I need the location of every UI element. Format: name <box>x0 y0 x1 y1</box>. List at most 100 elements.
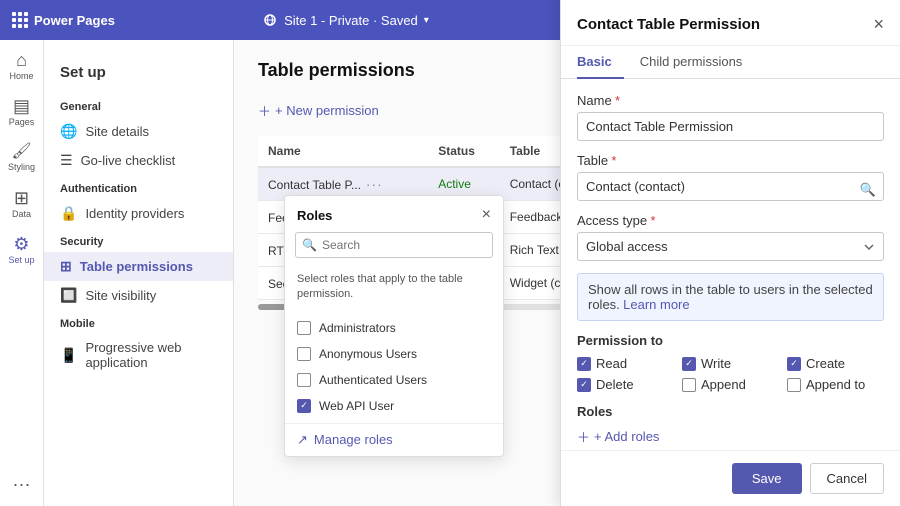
sidebar-icon-pages[interactable]: ▤ Pages <box>4 90 40 134</box>
perm-append-to-checkbox[interactable] <box>787 378 801 392</box>
plus-icon: ＋ <box>577 427 590 446</box>
name-field-label: Name * <box>577 93 884 108</box>
data-label: Data <box>12 209 31 219</box>
perm-delete-label: Delete <box>596 377 634 392</box>
pwa-label: Progressive web application <box>85 340 217 370</box>
topbar-site-info: Site 1 - Private · Saved ▾ <box>123 12 568 28</box>
search-icon: 🔍 <box>302 238 317 252</box>
setup-icon: ⚙ <box>13 235 29 253</box>
cancel-button[interactable]: Cancel <box>810 463 884 494</box>
roles-search-container: 🔍 <box>295 232 493 258</box>
table-required-marker: * <box>611 153 616 168</box>
icon-sidebar: ⌂ Home ▤ Pages 🖌 Styling ⊞ Data ⚙ Set up… <box>0 40 44 506</box>
nav-go-live[interactable]: ☰ Go-live checklist <box>44 146 233 175</box>
new-permission-label: + New permission <box>275 103 379 118</box>
perm-delete-checkbox[interactable] <box>577 378 591 392</box>
grid-icon <box>12 12 28 28</box>
lock-icon: 🔒 <box>60 205 77 222</box>
roles-popup-header: Roles × <box>285 196 503 232</box>
section-mobile: Mobile <box>44 310 233 334</box>
roles-search-input[interactable] <box>295 232 493 258</box>
roles-list: Administrators Anonymous Users Authentic… <box>285 311 503 423</box>
home-icon: ⌂ <box>16 51 27 69</box>
nav-identity[interactable]: 🔒 Identity providers <box>44 199 233 228</box>
nav-table-permissions[interactable]: ⊞ Table permissions <box>44 252 233 281</box>
role-item-web-api[interactable]: Web API User <box>285 393 503 419</box>
roles-popup-close-button[interactable]: × <box>482 206 491 224</box>
add-roles-button[interactable]: ＋ + Add roles <box>577 427 659 446</box>
role-checkbox-administrators[interactable] <box>297 321 311 335</box>
row-menu-dots[interactable]: ··· <box>361 176 383 192</box>
site-icon <box>262 12 278 28</box>
role-item-authenticated[interactable]: Authenticated Users <box>285 367 503 393</box>
nav-site-details[interactable]: 🌐 Site details <box>44 117 233 146</box>
roles-popup: Roles × 🔍 Select roles that apply to the… <box>284 195 504 457</box>
perm-create-checkbox[interactable] <box>787 357 801 371</box>
checklist-icon: ☰ <box>60 152 73 169</box>
roles-section-label: Roles <box>577 404 884 419</box>
sidebar-icon-home[interactable]: ⌂ Home <box>4 44 40 88</box>
access-type-field-label: Access type * <box>577 213 884 228</box>
col-name: Name <box>258 136 428 167</box>
save-button[interactable]: Save <box>732 463 802 494</box>
role-checkbox-anonymous[interactable] <box>297 347 311 361</box>
role-item-anonymous[interactable]: Anonymous Users <box>285 341 503 367</box>
more-icon[interactable]: ··· <box>4 470 40 498</box>
app-logo: Power Pages <box>12 12 115 28</box>
roles-popup-title: Roles <box>297 208 332 223</box>
role-checkbox-web-api[interactable] <box>297 399 311 413</box>
perm-append-checkbox[interactable] <box>682 378 696 392</box>
sidebar-icon-setup[interactable]: ⚙ Set up <box>4 228 40 272</box>
sidebar-icon-styling[interactable]: 🖌 Styling <box>4 136 40 180</box>
perm-write-label: Write <box>701 356 731 371</box>
site-details-label: Site details <box>85 124 149 139</box>
table-field-label: Table * <box>577 153 884 168</box>
perm-write: Write <box>682 356 779 371</box>
site-visibility-label: Site visibility <box>85 288 156 303</box>
permission-to-label: Permission to <box>577 333 884 348</box>
access-type-select[interactable]: Global access Local access Deep access S… <box>577 232 884 261</box>
nav-site-visibility[interactable]: 🔲 Site visibility <box>44 281 233 310</box>
roles-description: Select roles that apply to the table per… <box>285 266 503 311</box>
right-panel-tabs: Basic Child permissions <box>561 46 900 79</box>
name-required-marker: * <box>615 93 620 108</box>
perm-write-checkbox[interactable] <box>682 357 696 371</box>
role-checkbox-authenticated[interactable] <box>297 373 311 387</box>
tab-child-permissions[interactable]: Child permissions <box>640 46 755 79</box>
site-info-text: Site 1 - Private · Saved <box>284 13 418 28</box>
manage-roles-button[interactable]: ↗ Manage roles <box>285 423 503 456</box>
nav-pwa[interactable]: 📱 Progressive web application <box>44 334 233 376</box>
permissions-grid: Read Write Create Delete Append <box>577 356 884 392</box>
right-panel-footer: Save Cancel <box>561 450 900 506</box>
new-permission-button[interactable]: ＋ + New permission <box>258 97 379 124</box>
name-input[interactable] <box>577 112 884 141</box>
info-bar: Show all rows in the table to users in t… <box>577 273 884 321</box>
role-label-administrators: Administrators <box>319 321 396 335</box>
table-perm-label: Table permissions <box>80 259 193 274</box>
home-label: Home <box>9 71 33 81</box>
role-label-web-api: Web API User <box>319 399 394 413</box>
go-live-label: Go-live checklist <box>81 153 176 168</box>
perm-append-to: Append to <box>787 377 884 392</box>
manage-roles-icon: ↗ <box>297 432 308 448</box>
app-name: Power Pages <box>34 13 115 28</box>
table-input[interactable] <box>577 172 884 201</box>
perm-read-checkbox[interactable] <box>577 357 591 371</box>
learn-more-link[interactable]: Learn more <box>623 297 689 312</box>
section-security: Security <box>44 228 233 252</box>
role-item-administrators[interactable]: Administrators <box>285 315 503 341</box>
table-input-container: 🔍 <box>577 172 884 213</box>
setup-title: Set up <box>44 56 233 93</box>
mobile-icon: 📱 <box>60 347 77 364</box>
styling-label: Styling <box>8 162 35 172</box>
pages-icon: ▤ <box>13 97 30 115</box>
table-search-icon: 🔍 <box>860 181 876 197</box>
tab-basic[interactable]: Basic <box>577 46 624 79</box>
perm-append: Append <box>682 377 779 392</box>
status-badge: Active <box>438 177 471 191</box>
data-icon: ⊞ <box>14 189 29 207</box>
sidebar-icon-data[interactable]: ⊞ Data <box>4 182 40 226</box>
add-roles-label: + Add roles <box>594 429 659 444</box>
right-panel-body: Name * Table * 🔍 Access type * Global ac… <box>561 79 900 450</box>
setup-label: Set up <box>8 255 34 265</box>
